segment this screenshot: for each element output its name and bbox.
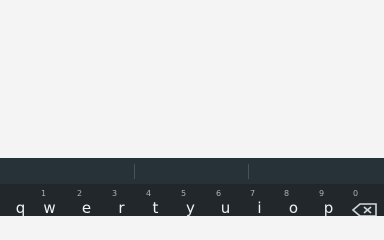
key-letter: e xyxy=(81,199,92,216)
key-p[interactable]: 9 p xyxy=(311,184,346,217)
suggestion-divider xyxy=(134,164,135,179)
key-letter: p xyxy=(323,199,334,216)
key-letter: w xyxy=(43,199,56,216)
key-i[interactable]: 7 i xyxy=(242,184,277,217)
key-letter: i xyxy=(257,199,262,216)
key-o[interactable]: 8 o xyxy=(276,184,311,217)
key-r[interactable]: 3 r xyxy=(104,184,139,217)
key-letter: o xyxy=(288,199,299,216)
key-letter: t xyxy=(152,199,159,216)
soft-keyboard: q 1 w 2 e 3 r 4 t 5 y 6 u 7 i 8 o 9 p 0 xyxy=(0,158,384,216)
app-content-area xyxy=(0,0,384,158)
key-letter: y xyxy=(186,199,195,216)
key-e[interactable]: 2 e xyxy=(69,184,104,217)
key-row-top: q 1 w 2 e 3 r 4 t 5 y 6 u 7 i 8 o 9 p 0 xyxy=(0,184,384,217)
key-letter: r xyxy=(118,199,125,216)
key-y[interactable]: 5 y xyxy=(173,184,208,217)
key-letter: u xyxy=(220,199,231,216)
backspace-icon xyxy=(351,203,377,216)
key-hint: 0 xyxy=(352,189,359,198)
suggestion-strip xyxy=(0,158,384,184)
key-u[interactable]: 6 u xyxy=(208,184,243,217)
suggestion-left[interactable] xyxy=(0,158,128,184)
backspace-key[interactable] xyxy=(351,202,378,216)
suggestion-center[interactable] xyxy=(128,158,256,184)
key-t[interactable]: 4 t xyxy=(138,184,173,217)
key-w[interactable]: 1 w xyxy=(32,184,67,217)
suggestion-right[interactable] xyxy=(256,158,384,184)
suggestion-divider xyxy=(248,164,249,179)
